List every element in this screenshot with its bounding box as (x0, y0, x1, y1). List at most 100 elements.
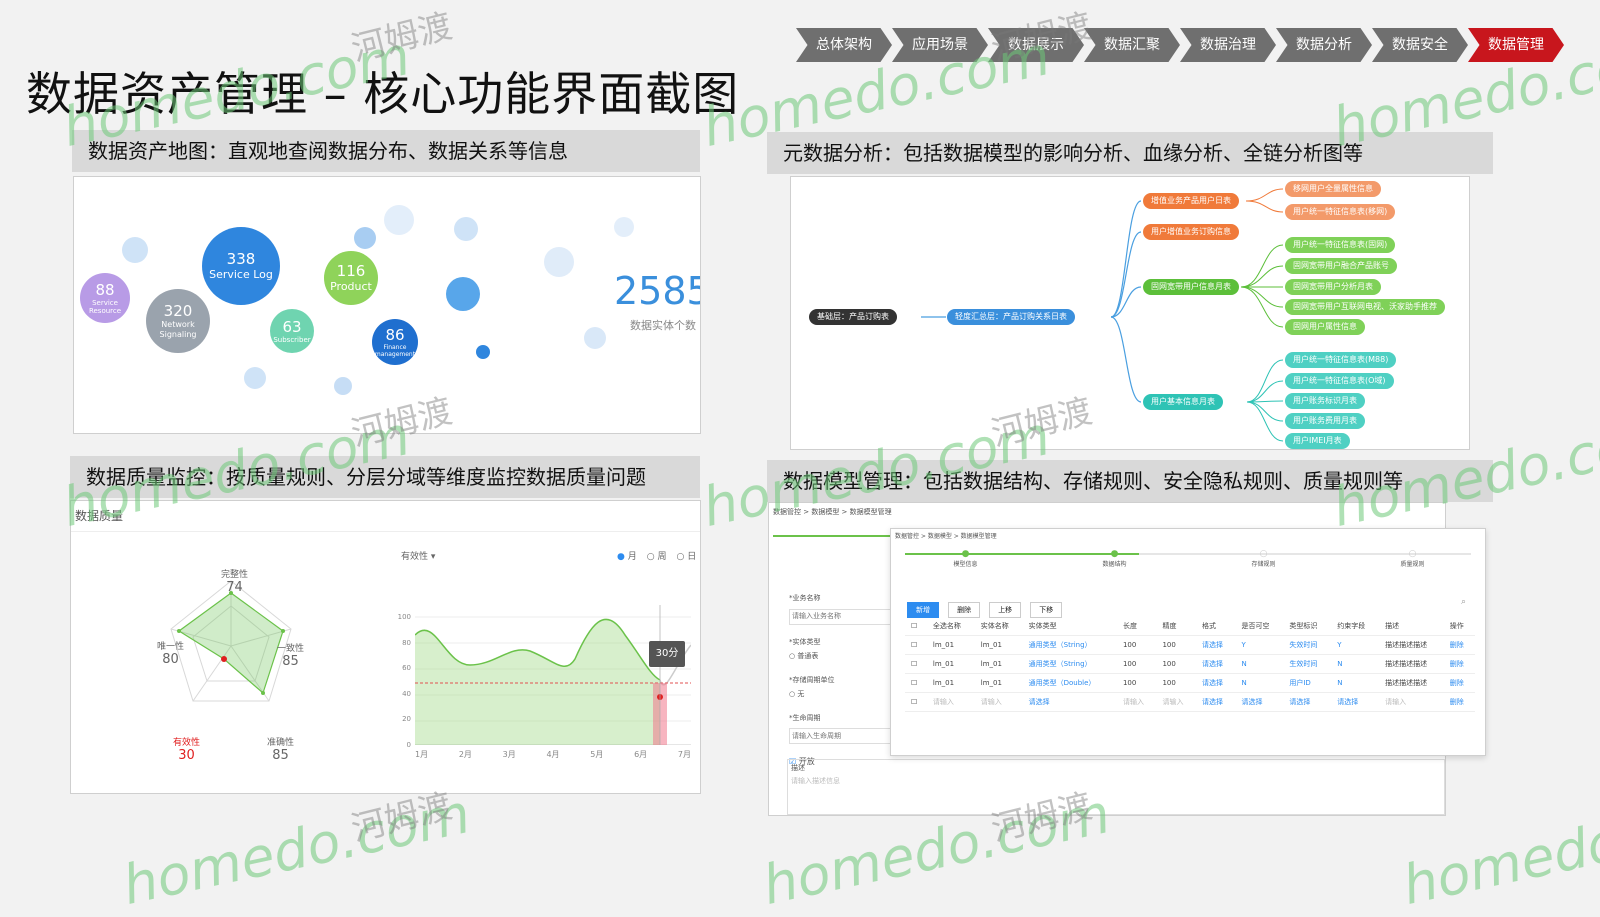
bubble-product[interactable]: 116 Product (324, 251, 378, 305)
table-cell[interactable]: 生效时间 (1283, 654, 1332, 674)
bubble-service-log[interactable]: 338 Service Log (202, 227, 280, 305)
table-cell[interactable]: N (1331, 654, 1380, 674)
lineage-leaf-node[interactable]: 固网宽带用户互联网电视、沃家助手推荐 (1285, 299, 1445, 315)
table-cell[interactable]: 请选择 (1195, 654, 1236, 674)
table-cell[interactable]: 描述描述描述 (1379, 635, 1444, 655)
lineage-leaf-node[interactable]: 用户账务标识月表 (1285, 393, 1365, 409)
step-storage[interactable]: ○ 存储规则 (1251, 549, 1275, 568)
nav-item-management[interactable]: 数据管理 (1468, 28, 1564, 62)
lineage-leaf-node[interactable]: 用户统一特征信息表(O域) (1285, 373, 1394, 389)
lineage-leaf-node[interactable]: 用户账务费用月表 (1285, 413, 1365, 429)
lineage-branch-node[interactable]: 用户基本信息月表 (1143, 394, 1223, 410)
table-cell[interactable]: 请选择 (1331, 692, 1380, 712)
row-checkbox[interactable]: ☐ (905, 673, 927, 693)
metric-dropdown[interactable]: 有效性 ▾ (401, 549, 435, 562)
lineage-branch-node[interactable]: 增值业务产品用户日表 (1143, 193, 1239, 209)
storage-unit-radio[interactable]: ○ 无 (789, 689, 889, 699)
lineage-leaf-node[interactable]: 固网宽带用户分析月表 (1285, 279, 1381, 295)
table-cell[interactable]: 请选择 (1283, 692, 1332, 712)
table-cell[interactable]: N (1235, 654, 1284, 674)
lineage-branch-node[interactable]: 用户增值业务订购信息 (1143, 224, 1239, 240)
delete-link[interactable]: 删除 (1443, 692, 1475, 712)
table-cell[interactable]: Y (1331, 635, 1380, 655)
table-cell[interactable]: 用户ID (1283, 673, 1332, 693)
entity-type-radio[interactable]: ○ 普通表 (789, 651, 889, 661)
lineage-root-node[interactable]: 基础层：产品订购表 (809, 309, 897, 325)
table-cell[interactable]: 请选择 (1195, 673, 1236, 693)
lineage-leaf-node[interactable]: 用户统一特征信息表(移网) (1285, 204, 1396, 220)
lineage-branch-node[interactable]: 固网宽带用户信息月表 (1143, 279, 1239, 295)
table-cell[interactable]: 描述描述描述 (1379, 673, 1444, 693)
table-cell[interactable]: 100 (1116, 635, 1157, 655)
move-up-button[interactable]: 上移 (989, 602, 1022, 618)
delete-link[interactable]: 删除 (1443, 654, 1475, 674)
nav-item-analysis[interactable]: 数据分析 (1276, 28, 1372, 62)
lineage-mid-node[interactable]: 轻度汇总层：产品订购关系日表 (947, 309, 1075, 325)
table-cell[interactable]: 通用类型（String） (1022, 654, 1117, 674)
table-cell[interactable]: 请输入 (1116, 692, 1157, 712)
nav-item-security[interactable]: 数据安全 (1372, 28, 1468, 62)
bubble-finance[interactable]: 86 Finance management (372, 319, 418, 365)
table-cell[interactable]: 请选择 (1022, 692, 1117, 712)
add-row-button[interactable]: 新增 (907, 602, 939, 618)
period-option-month[interactable]: ● 月 (617, 549, 637, 562)
table-cell[interactable]: 100 (1116, 673, 1157, 693)
nav-item-scenarios[interactable]: 应用场景 (892, 28, 988, 62)
step-model-info[interactable]: ● 模型信息 (953, 549, 977, 568)
nav-item-display[interactable]: 数据展示 (988, 28, 1084, 62)
select-all-checkbox[interactable]: ☐ (905, 617, 927, 636)
table-cell[interactable]: 100 (1156, 654, 1196, 674)
lineage-leaf-node[interactable]: 固网用户属性信息 (1285, 319, 1365, 335)
lineage-leaf-node[interactable]: 移网用户全量属性信息 (1285, 181, 1381, 197)
step-structure[interactable]: ● 数据结构 (1102, 549, 1126, 568)
table-cell[interactable]: 100 (1156, 635, 1196, 655)
table-cell[interactable]: 失效时间 (1283, 635, 1332, 655)
row-checkbox[interactable]: ☐ (905, 635, 927, 655)
description-box[interactable]: 描述 请输入描述信息 (787, 759, 1445, 815)
lineage-leaf-node[interactable]: 用户统一特征信息表(M88) (1285, 352, 1397, 368)
table-cell[interactable]: 请输入 (1379, 692, 1444, 712)
delete-link[interactable]: 删除 (1443, 673, 1475, 693)
delete-row-button[interactable]: 删除 (948, 602, 981, 618)
table-cell[interactable]: 描述描述描述 (1379, 654, 1444, 674)
table-cell[interactable]: lm_01 (974, 635, 1023, 655)
business-name-input[interactable] (789, 608, 891, 625)
nav-item-architecture[interactable]: 总体架构 (796, 28, 892, 62)
lineage-leaf-node[interactable]: 用户统一特征信息表(固网) (1285, 237, 1396, 253)
table-cell[interactable]: 通用类型（String） (1022, 635, 1117, 655)
table-cell[interactable]: 请输入 (974, 692, 1023, 712)
bubble-subscriber[interactable]: 63 Subscriber (270, 309, 314, 353)
search-icon[interactable]: ⌕ (1461, 597, 1466, 607)
table-cell[interactable]: N (1235, 673, 1284, 693)
lineage-leaf-node[interactable]: 用户IMEI月表 (1285, 433, 1350, 449)
table-cell[interactable]: lm_01 (926, 654, 975, 674)
row-checkbox[interactable]: ☐ (905, 692, 927, 712)
table-cell[interactable]: 请选择 (1235, 692, 1284, 712)
lineage-leaf-node[interactable]: 固网宽带用户融合产品账号 (1285, 258, 1397, 274)
table-cell[interactable]: 100 (1116, 654, 1157, 674)
period-option-week[interactable]: ○ 周 (647, 549, 667, 562)
row-checkbox[interactable]: ☐ (905, 654, 927, 674)
table-cell[interactable]: lm_01 (926, 673, 975, 693)
nav-item-governance[interactable]: 数据治理 (1180, 28, 1276, 62)
table-cell[interactable]: lm_01 (926, 635, 975, 655)
table-cell[interactable]: Y (1235, 635, 1284, 655)
nav-item-aggregation[interactable]: 数据汇聚 (1084, 28, 1180, 62)
table-cell[interactable]: lm_01 (974, 673, 1023, 693)
column-header: 格式 (1195, 617, 1236, 636)
step-quality[interactable]: ○ 质量规则 (1400, 549, 1424, 568)
table-cell[interactable]: 请输入 (926, 692, 975, 712)
bubble-network-signaling[interactable]: 320 Network Signaling (146, 289, 210, 353)
table-cell[interactable]: 请输入 (1156, 692, 1196, 712)
table-cell[interactable]: 请选择 (1195, 692, 1236, 712)
table-cell[interactable]: lm_01 (974, 654, 1023, 674)
period-option-day[interactable]: ○ 日 (676, 549, 696, 562)
move-down-button[interactable]: 下移 (1030, 602, 1063, 618)
delete-link[interactable]: 删除 (1443, 635, 1475, 655)
table-cell[interactable]: 100 (1156, 673, 1196, 693)
table-cell[interactable]: 请选择 (1195, 635, 1236, 655)
table-cell[interactable]: 通用类型（Double） (1022, 673, 1117, 693)
table-cell[interactable]: N (1331, 673, 1380, 693)
bubble-service-resource[interactable]: 88 Service Resource (80, 273, 130, 323)
lifecycle-input[interactable] (789, 728, 891, 744)
